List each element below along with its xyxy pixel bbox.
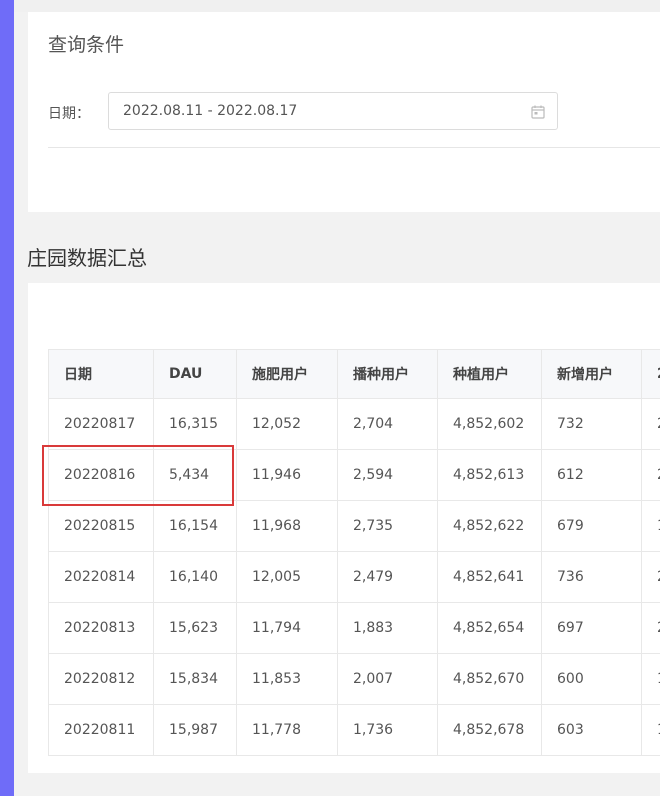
table-cell: 12,052 [236, 398, 338, 450]
table-cell: 20220815 [48, 500, 154, 552]
table-cell: 11,968 [236, 500, 338, 552]
table-cell: 15,623 [153, 602, 237, 654]
column-header: 新增用户 [541, 349, 642, 399]
table-cell: 603 [541, 704, 642, 756]
table-row: 2022081416,14012,0052,4794,852,6417362 [48, 551, 660, 603]
table-cell: 20220811 [48, 704, 154, 756]
date-range-picker[interactable]: 2022.08.11 - 2022.08.17 [108, 92, 558, 130]
table-cell: 2,007 [337, 653, 438, 705]
table-cell: 732 [541, 398, 642, 450]
table-cell: 4,852,670 [437, 653, 542, 705]
table-cell: 697 [541, 602, 642, 654]
table-cell: 12,005 [236, 551, 338, 603]
table-cell: 1 [641, 704, 660, 756]
top-gap [14, 0, 660, 12]
table-cell: 11,778 [236, 704, 338, 756]
table-cell: 15,834 [153, 653, 237, 705]
table-row: 2022081315,62311,7941,8834,852,6546972 [48, 602, 660, 654]
summary-table: 日期DAU施肥用户播种用户种植用户新增用户2 2022081716,31512,… [48, 349, 660, 756]
table-cell: 2 [641, 602, 660, 654]
table-cell: 2 [641, 398, 660, 450]
column-header: 施肥用户 [236, 349, 338, 399]
table-header-row: 日期DAU施肥用户播种用户种植用户新增用户2 [48, 349, 660, 399]
column-header: 播种用户 [337, 349, 438, 399]
table-cell: 2 [641, 551, 660, 603]
table-cell: 20220814 [48, 551, 154, 603]
table-cell: 736 [541, 551, 642, 603]
table-cell: 16,140 [153, 551, 237, 603]
column-header: 日期 [48, 349, 154, 399]
table-scroll-area[interactable]: 日期DAU施肥用户播种用户种植用户新增用户2 2022081716,31512,… [48, 349, 660, 757]
table-cell: 4,852,622 [437, 500, 542, 552]
date-range-value: 2022.08.11 - 2022.08.17 [123, 103, 298, 119]
table-cell: 679 [541, 500, 642, 552]
column-header: 种植用户 [437, 349, 542, 399]
table-cell: 11,794 [236, 602, 338, 654]
highlight-box [42, 445, 234, 506]
table-cell: 20220812 [48, 653, 154, 705]
summary-panel: 日期DAU施肥用户播种用户种植用户新增用户2 2022081716,31512,… [28, 283, 660, 773]
table-cell: 4,852,678 [437, 704, 542, 756]
table-row: 2022081115,98711,7781,7364,852,6786031 [48, 704, 660, 756]
table-cell: 2 [641, 449, 660, 501]
calendar-icon[interactable] [531, 105, 545, 119]
table-cell: 1,736 [337, 704, 438, 756]
left-accent-bar [0, 0, 14, 796]
table-cell: 11,853 [236, 653, 338, 705]
table-cell: 4,852,613 [437, 449, 542, 501]
table-cell: 16,154 [153, 500, 237, 552]
table-cell: 1 [641, 500, 660, 552]
table-cell: 2,479 [337, 551, 438, 603]
table-row: 2022081215,83411,8532,0074,852,6706001 [48, 653, 660, 705]
table-cell: 11,946 [236, 449, 338, 501]
table-row: 2022081716,31512,0522,7044,852,6027322 [48, 398, 660, 450]
summary-title: 庄园数据汇总 [27, 246, 147, 270]
table-cell: 2,704 [337, 398, 438, 450]
table-cell: 15,987 [153, 704, 237, 756]
table-cell: 2,594 [337, 449, 438, 501]
table-cell: 4,852,654 [437, 602, 542, 654]
table-cell: 4,852,602 [437, 398, 542, 450]
table-cell: 1 [641, 653, 660, 705]
table-cell: 20220817 [48, 398, 154, 450]
table-row: 2022081516,15411,9682,7354,852,6226791 [48, 500, 660, 552]
table-cell: 20220813 [48, 602, 154, 654]
table-cell: 612 [541, 449, 642, 501]
table-cell: 4,852,641 [437, 551, 542, 603]
column-header: 2 [641, 349, 660, 399]
query-divider [48, 147, 660, 148]
query-title: 查询条件 [48, 34, 125, 56]
table-cell: 16,315 [153, 398, 237, 450]
table-cell: 600 [541, 653, 642, 705]
query-panel: 查询条件 日期： 2022.08.11 - 2022.08.17 [28, 12, 660, 212]
table-cell: 1,883 [337, 602, 438, 654]
table-cell: 2,735 [337, 500, 438, 552]
column-header: DAU [153, 349, 237, 399]
date-label: 日期： [48, 106, 90, 122]
